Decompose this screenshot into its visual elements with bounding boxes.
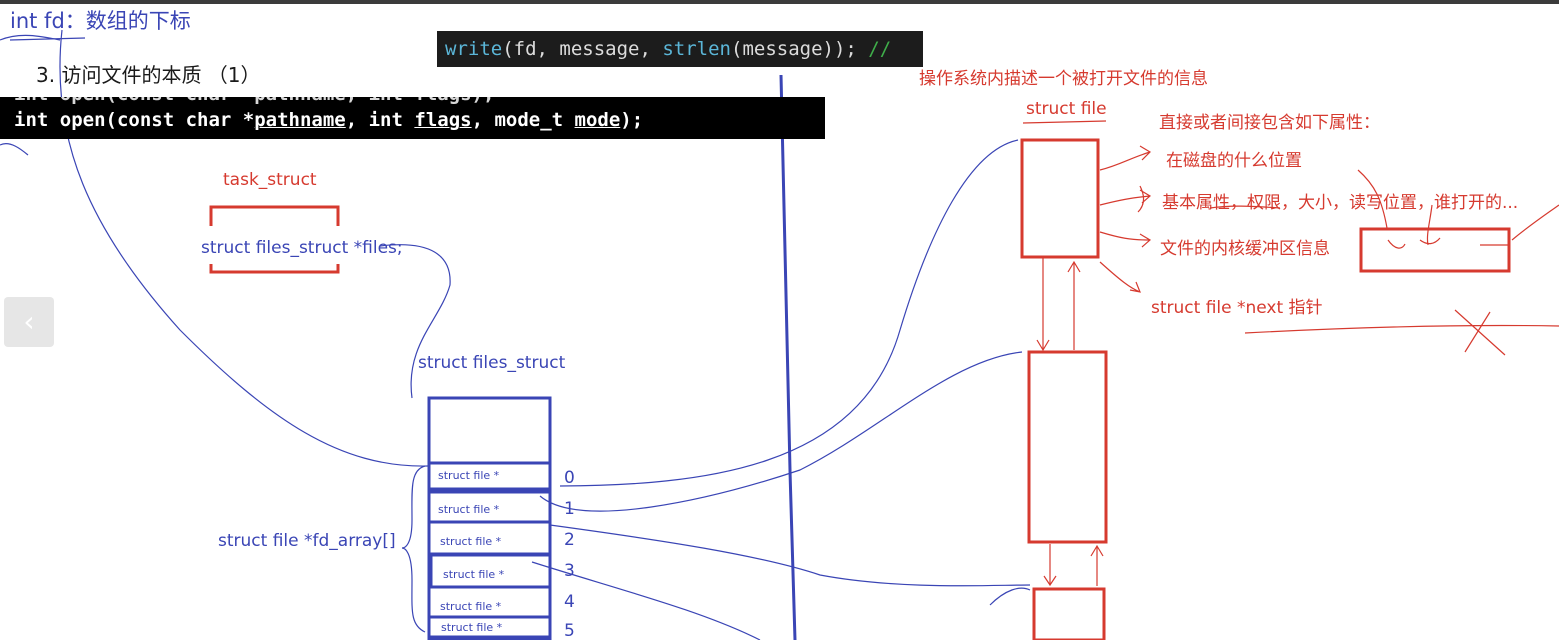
attr-arrow-3 <box>1099 231 1152 248</box>
code-open-line-1: int open(const char *pathname, int flags… <box>14 97 494 105</box>
next-arrow <box>1099 261 1141 293</box>
attr-kernel-buffer: 文件的内核缓冲区信息 <box>1160 239 1330 259</box>
title-underline <box>9 37 86 41</box>
fd1-to-file <box>539 351 1023 512</box>
code-open-mode: mode <box>574 109 621 131</box>
fd2-to-file <box>549 524 1031 587</box>
task-struct-bracket-top <box>209 205 340 226</box>
divider-line <box>779 74 797 640</box>
fd-cell-label-5: struct file * <box>441 621 503 634</box>
struct-file-label: struct file <box>1026 99 1107 119</box>
section-heading: 3. 访问文件的本质 （1） <box>36 63 261 87</box>
page-title: int fd：数组的下标 <box>10 9 191 33</box>
struct-file-box-2 <box>1027 350 1108 544</box>
code-write-call: write(fd, message, strlen(message)); // <box>437 31 923 67</box>
code-args: (fd, message, <box>502 38 663 60</box>
struct-file-box-1 <box>1020 138 1100 259</box>
fd-cell-label-3: struct file * <box>443 568 505 581</box>
chain-down-2 <box>1043 544 1057 587</box>
scribble-line <box>1511 204 1559 241</box>
attr-basic-properties: 基本属性，权限，大小，读写位置，谁打开的... <box>1162 193 1519 213</box>
cross-x <box>1454 309 1506 356</box>
fd-array-label: struct file *fd_array[] <box>218 531 396 551</box>
attrs-heading: 直接或者间接包含如下属性： <box>1159 113 1380 133</box>
chain-up-1 <box>1067 260 1081 350</box>
fd4-to-lower <box>989 587 1031 606</box>
code-open-part-d: ); <box>620 109 644 131</box>
fd-cell-label-2: struct file * <box>440 535 502 548</box>
fd-index-2: 2 <box>564 530 575 550</box>
files-member-label: struct files_struct *files; <box>201 238 403 258</box>
code-comment: // <box>868 38 892 60</box>
code-fn-strlen: strlen <box>662 38 731 60</box>
task-struct-bracket-bottom <box>209 264 340 274</box>
buffer-box <box>1359 227 1511 273</box>
code-open-flags: flags <box>414 109 472 131</box>
fd-index-5: 5 <box>564 621 575 641</box>
code-open-part-c: , mode_t <box>471 109 575 131</box>
struct-file-underline <box>1022 120 1107 124</box>
code-open-pathname: pathname <box>254 109 346 131</box>
attr-disk-location: 在磁盘的什么位置 <box>1166 151 1302 171</box>
chain-up-2 <box>1090 544 1104 586</box>
attr-arrow-1 <box>1099 145 1151 171</box>
files-struct-label: struct files_struct <box>418 353 566 373</box>
struct-file-description: 操作系统内描述一个被打开文件的信息 <box>919 69 1208 89</box>
code-open-signature: int open(const char *pathname, int flags… <box>0 97 825 139</box>
prev-page-button[interactable]: ‹ <box>4 297 54 347</box>
fd-index-3: 3 <box>564 561 575 581</box>
fd-cell-label-4: struct file * <box>440 600 502 613</box>
cross-line <box>1244 324 1559 334</box>
fd-cell-label-1: struct file * <box>438 503 500 516</box>
task-struct-label: task_struct <box>223 170 317 190</box>
next-pointer-label: struct file *next 指针 <box>1151 298 1323 318</box>
fd-index-1: 1 <box>564 499 575 519</box>
files-arrow <box>379 244 451 399</box>
fd-cell-label-0: struct file * <box>438 469 500 482</box>
code-open-line-2: int open(const char *pathname, int flags… <box>14 109 643 131</box>
chain-down-1 <box>1036 258 1050 352</box>
chevron-left-icon: ‹ <box>23 305 35 338</box>
code-open-part-b: , int <box>345 109 415 131</box>
fd-index-0: 0 <box>564 468 575 488</box>
struct-file-box-3 <box>1032 587 1106 640</box>
code-open-part-a: int open(const char * <box>14 109 255 131</box>
code-fn-write: write <box>445 38 503 60</box>
code-rest: (message)); <box>731 38 869 60</box>
fd-index-4: 4 <box>564 592 575 612</box>
fd-array-brace <box>401 465 426 633</box>
